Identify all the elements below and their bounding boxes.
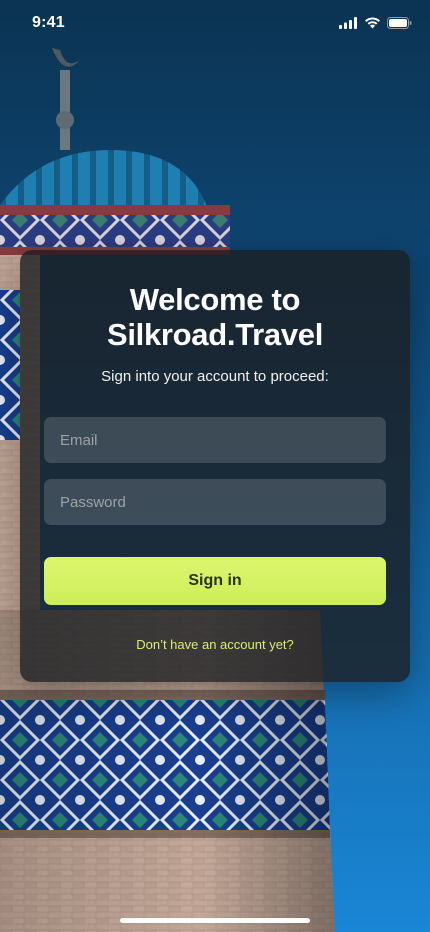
login-subtitle: Sign into your account to proceed: bbox=[101, 368, 329, 385]
title-line-1: Welcome to bbox=[129, 282, 301, 317]
status-time: 9:41 bbox=[32, 14, 65, 31]
battery-icon bbox=[387, 17, 412, 29]
signup-link[interactable]: Don’t have an account yet? bbox=[20, 637, 410, 652]
home-indicator[interactable] bbox=[120, 918, 310, 923]
email-field[interactable] bbox=[44, 417, 386, 463]
password-field[interactable] bbox=[44, 479, 386, 525]
wifi-icon bbox=[365, 17, 380, 29]
status-icons bbox=[339, 17, 412, 29]
signal-icon bbox=[339, 17, 357, 29]
title-line-2: Silkroad.Travel bbox=[106, 317, 324, 352]
page-title: Welcome to Silkroad.Travel bbox=[20, 282, 410, 352]
login-card: Welcome to Silkroad.Travel Sign into you… bbox=[20, 250, 410, 682]
status-bar: 9:41 bbox=[0, 0, 430, 46]
sign-in-button[interactable]: Sign in bbox=[44, 557, 386, 605]
